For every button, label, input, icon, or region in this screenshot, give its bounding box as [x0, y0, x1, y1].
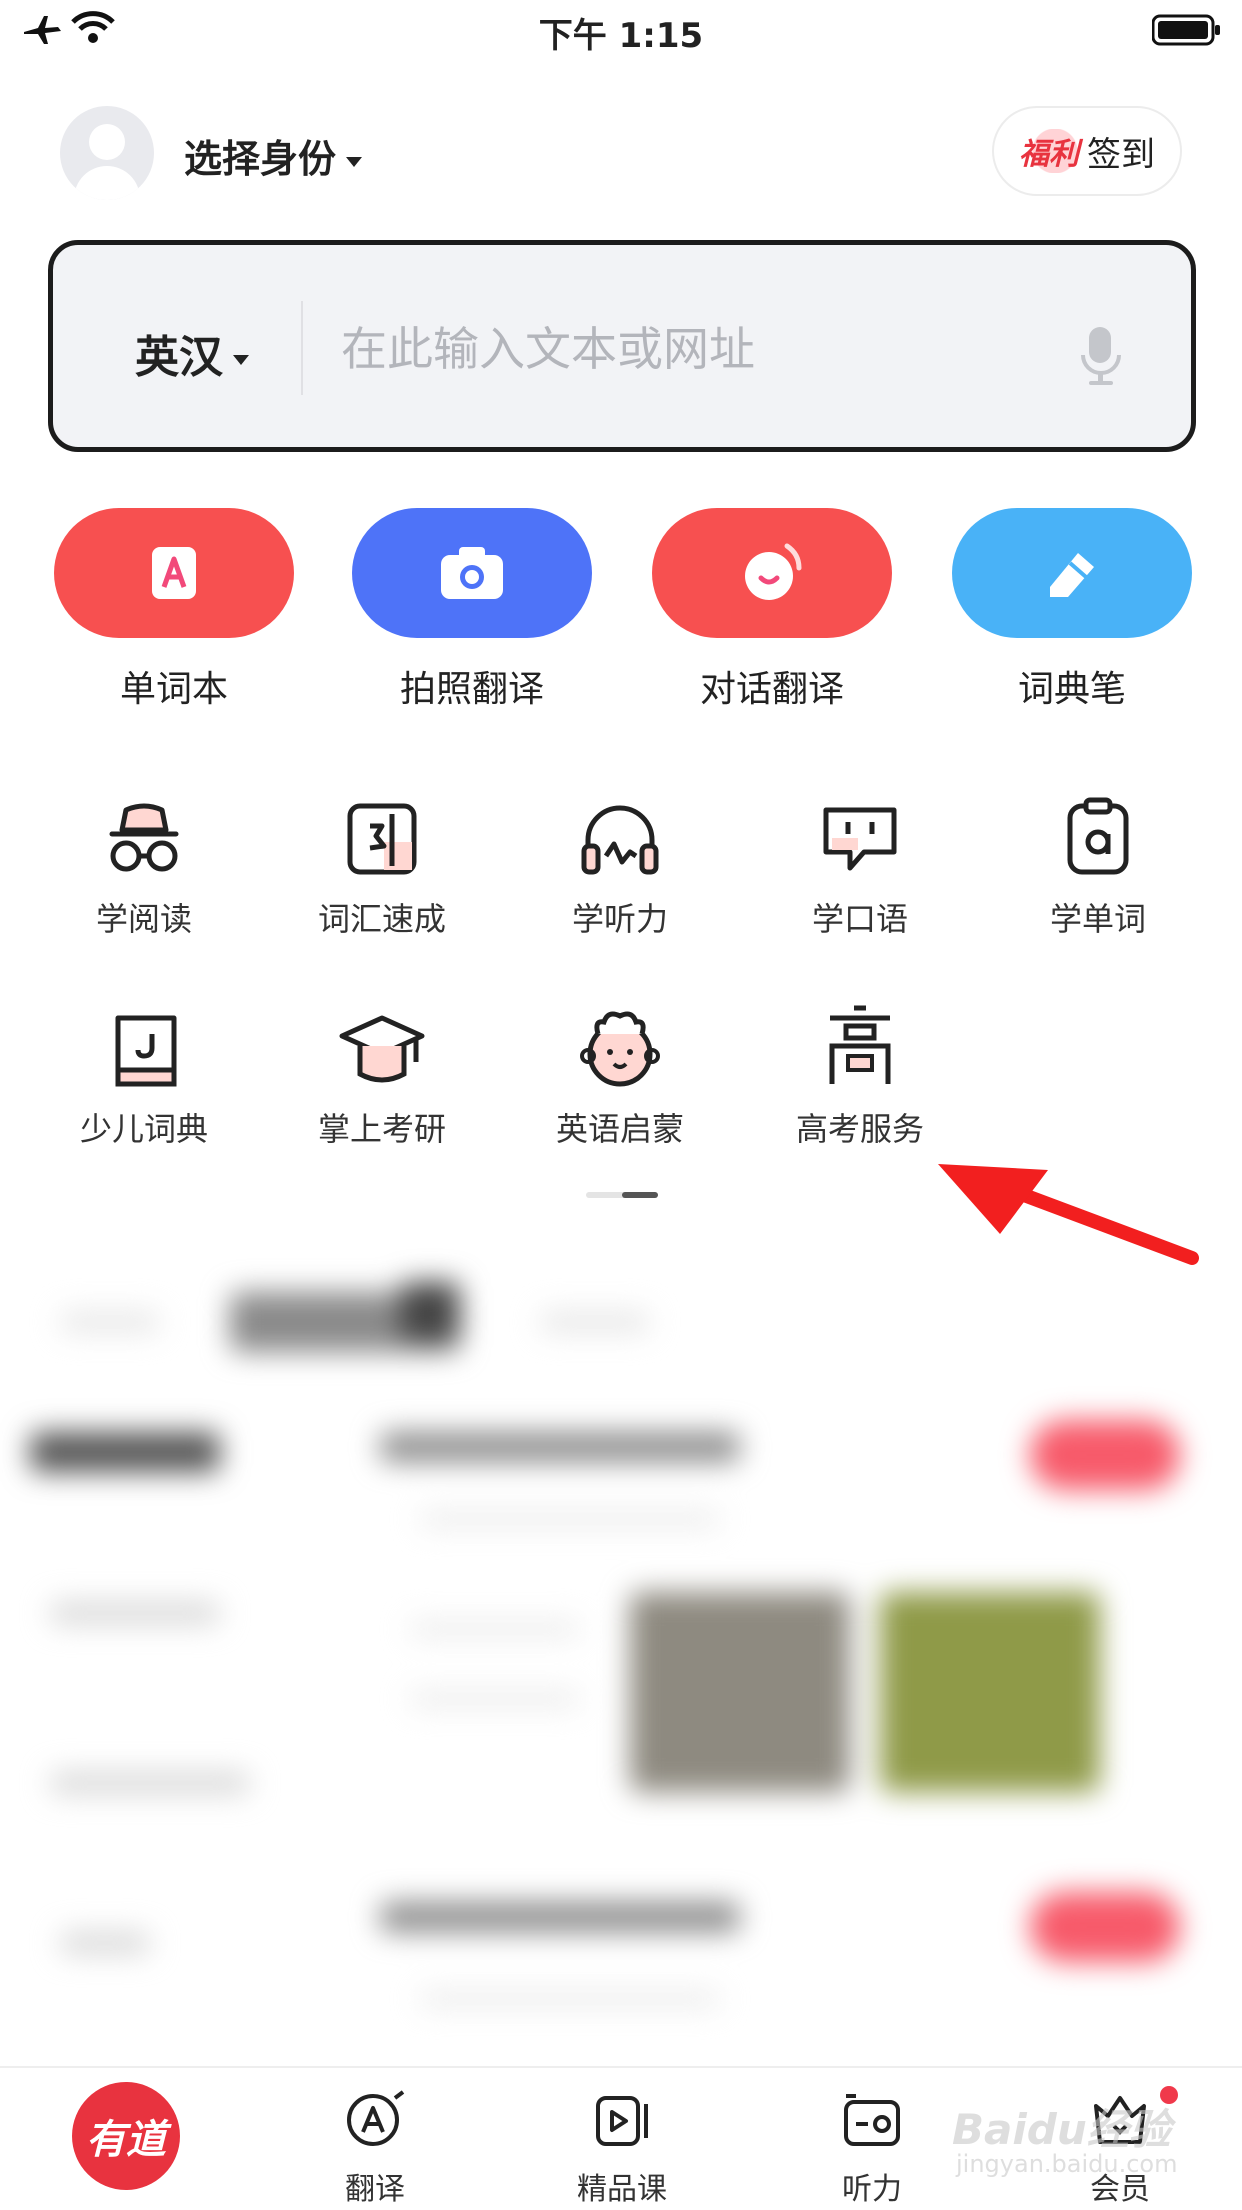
dictionary-pen-label: 词典笔 — [1017, 669, 1126, 710]
service-label: 词汇速成 — [317, 900, 446, 938]
welfare-badge: 福利 — [1019, 129, 1079, 173]
tab-label: 翻译 — [345, 2172, 405, 2207]
signin-label: 签到 — [1087, 134, 1155, 175]
blurred-feed — [0, 1272, 1242, 2062]
wordbook-button[interactable] — [54, 508, 294, 638]
service-speaking[interactable]: 学口语 — [760, 790, 960, 940]
dictionary-pen-button[interactable] — [952, 508, 1192, 638]
service-vocabulary[interactable]: 词汇速成 — [282, 790, 482, 940]
reading-icon — [109, 803, 179, 872]
watermark-brand: Baidu经验 — [952, 2105, 1171, 2154]
watermark-url: jingyan.baidu.com — [956, 2150, 1178, 2178]
service-words[interactable]: 学单词 — [998, 790, 1198, 940]
service-english-enlightenment[interactable]: 英语启蒙 — [520, 1000, 720, 1150]
signin-button[interactable]: 福利 签到 — [992, 106, 1182, 196]
tab-label: 听力 — [842, 2172, 902, 2207]
vocabulary-icon — [347, 803, 417, 875]
status-bar: 下午 1:15 — [0, 0, 1242, 62]
identity-label: 选择身份 — [184, 137, 337, 181]
service-listening[interactable]: 学听力 — [520, 790, 720, 940]
photo-translate-label: 拍照翻译 — [399, 669, 544, 710]
camera-icon — [441, 547, 503, 599]
headphones-icon — [581, 805, 659, 875]
dialogue-translate-label: 对话翻译 — [699, 669, 844, 710]
tab-label: 精品课 — [577, 2172, 667, 2207]
divider — [301, 301, 303, 395]
service-label: 掌上考研 — [317, 1110, 446, 1148]
service-label: 学阅读 — [95, 900, 192, 938]
service-postgraduate[interactable]: 掌上考研 — [282, 1000, 482, 1150]
page-indicator — [586, 1192, 658, 1198]
service-label: 学听力 — [571, 900, 668, 938]
tab-listening[interactable]: 听力 — [772, 2068, 972, 2210]
avatar[interactable] — [60, 106, 154, 200]
caret-down-icon — [346, 156, 363, 167]
language-label: 英汉 — [135, 332, 223, 383]
service-label: 高考服务 — [795, 1110, 924, 1148]
wordbook-icon — [152, 547, 196, 599]
caret-down-icon — [233, 355, 249, 365]
identity-selector[interactable]: 选择身份 — [184, 128, 363, 183]
words-icon — [1067, 797, 1129, 875]
dialogue-translate-button[interactable] — [652, 508, 892, 638]
speaking-icon — [823, 807, 897, 871]
pen-icon — [1050, 553, 1094, 597]
listening-icon — [844, 2094, 900, 2146]
service-reading[interactable]: 学阅读 — [44, 790, 244, 940]
tab-courses[interactable]: 精品课 — [522, 2068, 722, 2210]
wordbook-label: 单词本 — [119, 669, 228, 710]
status-time: 下午 1:15 — [538, 16, 704, 56]
microphone-icon[interactable] — [1079, 325, 1123, 387]
service-gaokao[interactable]: 高考服务 — [760, 1000, 960, 1150]
language-selector[interactable]: 英汉 — [135, 321, 249, 385]
home-tab[interactable]: 有道 — [72, 2082, 180, 2190]
battery-icon — [1152, 14, 1220, 46]
photo-translate-button[interactable] — [352, 508, 592, 638]
service-label: 英语启蒙 — [555, 1110, 684, 1148]
dialogue-icon — [745, 543, 802, 600]
gaokao-icon — [829, 1005, 891, 1084]
translate-icon — [347, 2090, 405, 2146]
graduation-cap-icon — [339, 1015, 425, 1083]
service-label: 少儿词典 — [79, 1110, 208, 1148]
tab-translate[interactable]: 翻译 — [275, 2068, 475, 2210]
search-input[interactable] — [339, 305, 1063, 393]
search-box[interactable]: 英汉 — [48, 240, 1196, 452]
kids-dictionary-icon — [115, 1015, 177, 1087]
service-label: 学单词 — [1049, 900, 1146, 938]
annotation-arrow — [938, 1164, 1199, 1265]
course-icon — [596, 2096, 648, 2146]
baby-face-icon — [580, 1011, 660, 1087]
service-kids-dictionary[interactable]: 少儿词典 — [44, 1000, 244, 1150]
service-label: 学口语 — [811, 900, 908, 938]
